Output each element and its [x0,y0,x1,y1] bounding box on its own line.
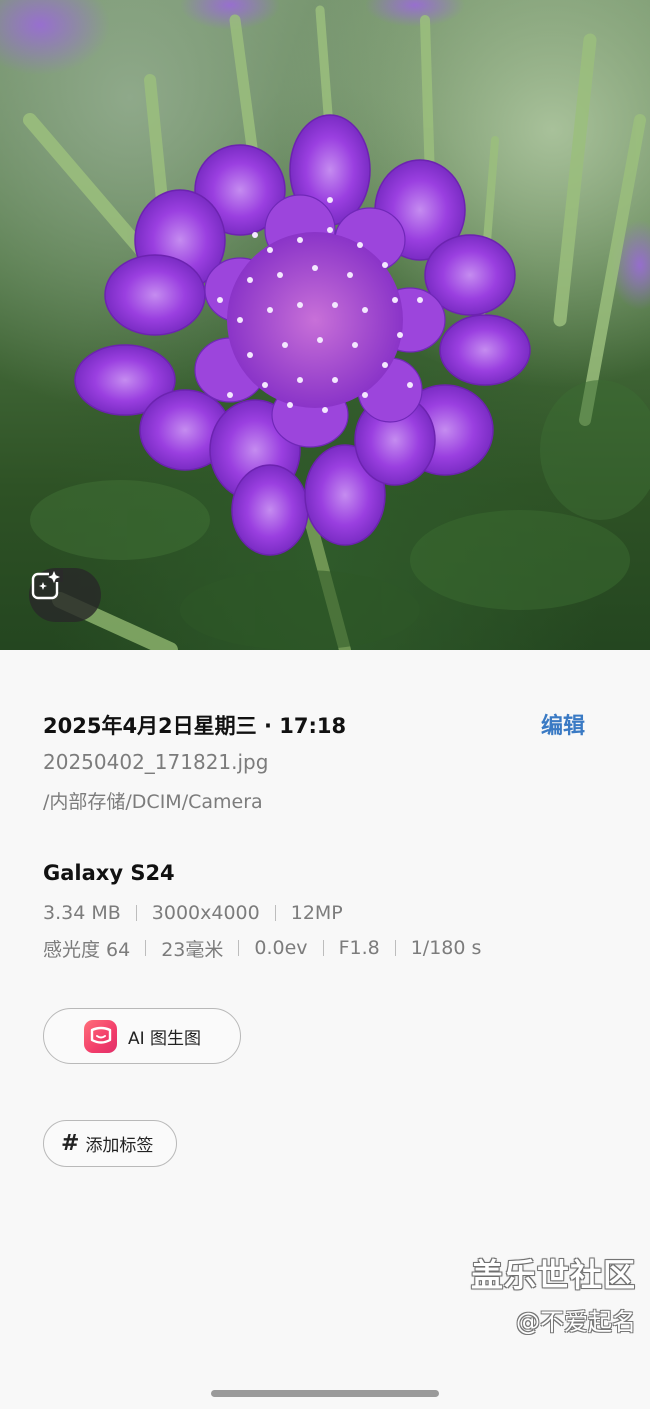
iso: 感光度 64 [43,938,131,961]
details-panel: 2025年4月2日星期三 · 17:18 编辑 20250402_171821.… [0,650,650,1409]
add-tag-label: 添加标签 [85,1136,154,1156]
hash-icon: # [61,1131,80,1156]
file-meta-row: 3.34 MB 3000x4000 12MP [43,900,343,926]
aperture: F1.8 [338,937,380,959]
watermark-site: 盖乐世社区 [470,1256,636,1294]
focal-length: 23毫米 [161,938,224,961]
device-model: Galaxy S24 [43,861,175,885]
home-indicator[interactable] [211,1390,439,1397]
divider [135,905,137,921]
ai-image-to-image-button[interactable]: AI 图生图 [43,1008,241,1064]
photo-preview[interactable] [0,0,650,650]
file-path: /内部存储/DCIM/Camera [43,791,263,813]
gallery-details-screen: 2025年4月2日星期三 · 17:18 编辑 20250402_171821.… [0,0,650,1409]
sparkle-edit-icon [31,570,63,600]
add-tag-button[interactable]: # 添加标签 [43,1120,177,1167]
flower-image [0,0,650,650]
watermark: 盖乐世社区 @不爱起名 [471,1250,636,1337]
watermark-user: @不爱起名 [516,1308,636,1336]
ai-image-to-image-label: AI 图生图 [128,1028,202,1049]
edit-button[interactable]: 编辑 [541,708,585,740]
divider [238,940,240,956]
date-row: 2025年4月2日星期三 · 17:18 编辑 [43,710,603,740]
resolution: 3000x4000 [151,902,260,924]
photo-datetime: 2025年4月2日星期三 · 17:18 [43,714,347,738]
megapixels: 12MP [290,902,343,924]
meitu-app-icon [84,1019,117,1053]
file-name: 20250402_171821.jpg [43,750,269,774]
exif-row: 感光度 64 23毫米 0.0ev F1.8 1/180 s [43,935,481,961]
divider [322,940,324,956]
ai-edit-button[interactable] [29,568,101,622]
shutter-speed: 1/180 s [410,937,482,959]
divider [145,940,147,956]
file-size: 3.34 MB [43,902,121,924]
exposure-value: 0.0ev [254,937,308,959]
divider [394,940,396,956]
divider [274,905,276,921]
